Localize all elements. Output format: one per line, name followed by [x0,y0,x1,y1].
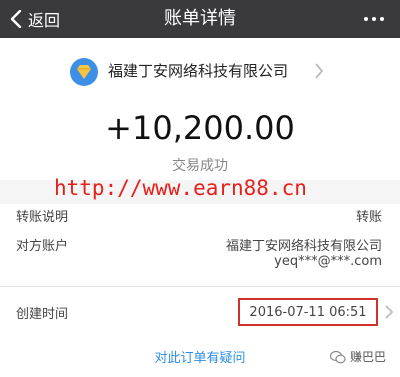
page-title: 账单详情 [164,8,236,29]
diamond-icon [77,65,91,79]
badge-label: 赚巴巴 [349,350,386,364]
title-bar: 返回 账单详情 [0,0,400,38]
dot-icon [380,17,384,21]
merchant-name: 福建丁安网络科技有限公司 [108,62,289,80]
created-time-label: 创建时间 [16,307,69,322]
merchant-row[interactable]: 福建丁安网络科技有限公司 [0,38,400,104]
transfer-desc-label: 转账说明 [16,210,69,225]
dot-icon [364,17,368,21]
transfer-desc-value: 转账 [355,210,382,225]
merchant-logo-icon [70,58,98,86]
chevron-right-icon [315,63,324,79]
counterparty-name: 福建丁安网络科技有限公司 [225,239,382,254]
counterparty-email: yeq***@***.com [274,254,382,269]
details-section: 转账说明 转账 对方账户 福建丁安网络科技有限公司 yeq***@***.com [0,204,400,286]
counterparty-label: 对方账户 [16,239,69,254]
dot-icon [372,17,376,21]
created-time-row[interactable]: 创建时间 2016-07-11 06:51 [0,287,400,337]
question-row: 对此订单有疑问 赚巴巴 [0,337,400,377]
transaction-amount: +10,200.00 [0,104,400,152]
chevron-right-icon [385,305,394,319]
wechat-icon [329,350,346,363]
source-badge: 赚巴巴 [329,348,386,365]
created-time-value: 2016-07-11 06:51 [238,298,378,326]
watermark-url: http://www.earn88.cn [54,176,307,200]
more-menu-button[interactable] [364,10,384,28]
